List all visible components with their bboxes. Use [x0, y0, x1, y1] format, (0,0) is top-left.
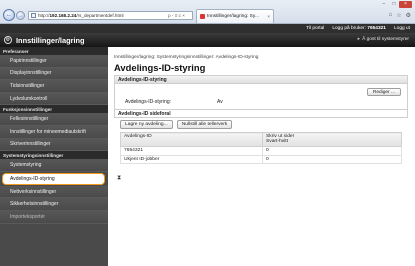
edit-button[interactable]: Rediger ... [366, 88, 401, 96]
sidebar-item-display[interactable]: Displayinnstillinger [0, 67, 108, 81]
app-title-bar: ⚙ Innstillinger/lagring ▸ Å gost til syst… [0, 33, 415, 47]
pager-icon[interactable]: ⧗ [117, 175, 121, 182]
favorites-star-icon[interactable]: ☆ [396, 12, 401, 19]
url-prefix: http:// [38, 13, 50, 18]
favicon-icon [200, 14, 205, 19]
id-page-title: Avdelings-ID sideforal [114, 110, 408, 118]
row-department-id: 7654321 [120, 146, 263, 156]
top-links-bar: Til portal Logg på bruker: 7654321 Logg … [0, 24, 415, 33]
sidebar-item-import-export[interactable]: Importeksportér [0, 210, 108, 224]
forward-button[interactable]: → [16, 11, 25, 20]
browser-tab[interactable]: Innstillinger/lagring: Sy... × [196, 9, 274, 23]
sidebar-item-volume[interactable]: Lydvolumkontroll [0, 92, 108, 106]
setting-value: Av [217, 99, 223, 105]
sidebar-section-system: Systemstyringsinnstillinger [0, 151, 108, 160]
action-buttons: Lagre ny avdeling... Nullstill alle tell… [120, 120, 233, 129]
app-title: Innstillinger/lagring [16, 35, 85, 45]
logout-link[interactable]: Logg ut [394, 26, 410, 31]
panel-title: Avdelings-ID-styring [115, 76, 407, 84]
row-department-id: Ukjent ID-jobber [120, 154, 263, 165]
arrow-icon: ▸ [357, 37, 361, 42]
back-arrow-icon: ← [6, 12, 12, 18]
sidebar-item-printer[interactable]: Skriverinnstillinger [0, 138, 108, 152]
table-row: Ukjent ID-jobber 0 [120, 154, 402, 165]
sidebar: Preferanser Papirinnstillinger Displayin… [0, 47, 108, 266]
settings-gear-icon[interactable]: ⚙ [406, 12, 411, 19]
department-id-panel: Avdelings-ID-styring Rediger ... Avdelin… [114, 75, 408, 110]
reset-counters-button[interactable]: Nullstill alle tellerverk [176, 120, 233, 129]
minimize-icon[interactable]: − [379, 1, 389, 8]
sidebar-item-security[interactable]: Sikkerhetsinnstillinger [0, 198, 108, 211]
close-icon[interactable]: × [399, 1, 412, 8]
window-controls: − □ × [379, 1, 412, 8]
column-header-department-id: Avdelings-ID [120, 132, 263, 147]
setting-label: Avdelings-ID-styring: [125, 99, 172, 105]
tab-title: Innstillinger/lagring: Sy... [207, 14, 259, 19]
register-department-button[interactable]: Lagre ny avdeling... [120, 120, 173, 129]
sidebar-item-common[interactable]: Fellesinnstillinger [0, 113, 108, 126]
portal-link[interactable]: Til portal [306, 26, 324, 31]
sidebar-item-timer[interactable]: Tidsinnstillinger [0, 80, 108, 93]
table-row: 7654321 0 [120, 146, 402, 156]
setting-row: Avdelings-ID-styring: Av [125, 99, 223, 105]
sidebar-section-preferences: Preferanser [0, 47, 108, 55]
column-header-print-pages: Skriv ut sider Svart-hvitt [262, 132, 402, 147]
address-tools[interactable]: ρ - ≡ c × [168, 11, 185, 20]
sidebar-item-media-print[interactable]: Innstillinger for mineemediautskrift [0, 125, 108, 139]
browser-chrome: − □ × ← → http://192.168.2.24/rs_departm… [0, 0, 415, 24]
logged-in-label: Logg på bruker: 7654321 [332, 26, 386, 31]
sidebar-item-department-id[interactable]: Avdelings-ID-styring [2, 172, 105, 185]
settings-logo-icon: ⚙ [4, 36, 12, 44]
to-system-manager-link[interactable]: ▸ Å gost til systemstyrer [358, 37, 409, 42]
row-print-count: 0 [262, 146, 402, 156]
main-content: Innstillinger/lagring: Systemstyringsinn… [108, 47, 415, 266]
row-print-count: 0 [262, 154, 402, 165]
url-host: 192.168.2.24 [49, 13, 77, 18]
sidebar-item-system-management[interactable]: Systemstyring [0, 159, 108, 172]
sidebar-item-paper[interactable]: Papirinnstillinger [0, 55, 108, 68]
url-path: /rs_departmentdef.html [76, 13, 124, 18]
back-button[interactable]: ← [3, 9, 15, 21]
home-icon[interactable]: ⌂ [389, 12, 393, 19]
table-header-row: Avdelings-ID Skriv ut sider Svart-hvitt [120, 132, 402, 147]
maximize-icon[interactable]: □ [389, 1, 399, 8]
sidebar-section-functions: Funksjonsinnstillinger [0, 105, 108, 114]
page-title: Avdelings-ID-styring [114, 62, 206, 73]
page-icon [31, 13, 36, 18]
browser-toolbar-right: ⌂ ☆ ⚙ [389, 12, 411, 19]
forward-arrow-icon: → [17, 12, 24, 19]
address-tools-icons: ρ - ≡ c × [168, 13, 185, 18]
user-id: 7654321 [367, 26, 386, 31]
sidebar-item-network[interactable]: Nettverksinnstillinger [0, 185, 108, 199]
department-table: Avdelings-ID Skriv ut sider Svart-hvitt … [120, 132, 402, 165]
tab-close-icon[interactable]: × [267, 14, 270, 19]
breadcrumb: Innstillinger/lagring: Systemstyringsinn… [114, 55, 259, 60]
